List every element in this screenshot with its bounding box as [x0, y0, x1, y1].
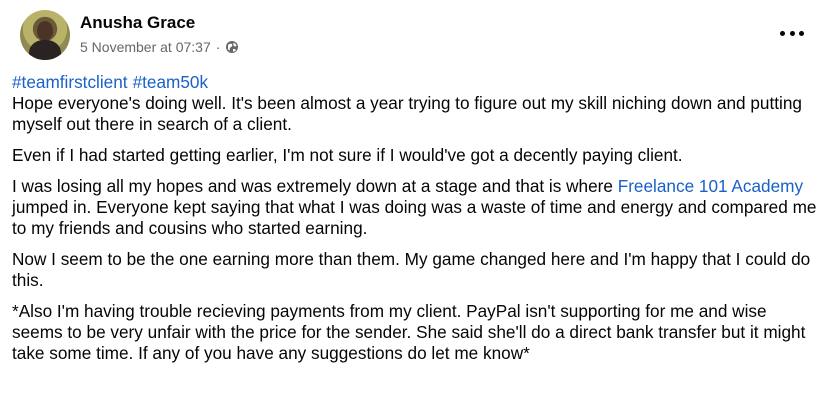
- meta-separator: ·: [215, 39, 221, 55]
- hashtag-link[interactable]: #team50k: [133, 72, 208, 92]
- post-meta: 5 November at 07:37 ·: [80, 39, 239, 55]
- author-name[interactable]: Anusha Grace: [80, 13, 195, 33]
- page-mention-link[interactable]: Freelance 101 Academy: [618, 176, 803, 196]
- more-options-icon[interactable]: [780, 26, 804, 40]
- post-content: #teamfirstclient #team50k Hope everyone's…: [10, 72, 822, 364]
- post-paragraph: Hope everyone's doing well. It's been al…: [12, 93, 802, 134]
- post-paragraph: Now I seem to be the one earning more th…: [12, 249, 811, 290]
- hashtag-link[interactable]: #teamfirstclient: [12, 72, 128, 92]
- hashtags: #teamfirstclient #team50k: [12, 72, 820, 93]
- post-paragraph: I was losing all my hopes and was extrem…: [12, 176, 820, 239]
- avatar-body: [29, 40, 61, 60]
- avatar-face: [37, 21, 53, 41]
- post-timestamp[interactable]: 5 November at 07:37: [80, 39, 211, 55]
- post-paragraph: Even if I had started getting earlier, I…: [12, 145, 683, 165]
- globe-icon: [225, 40, 239, 54]
- facebook-post: Anusha Grace 5 November at 07:37 · #team…: [0, 0, 832, 420]
- post-header: Anusha Grace 5 November at 07:37 ·: [10, 0, 822, 70]
- paragraph-text: I was losing all my hopes and was extrem…: [12, 176, 618, 196]
- avatar[interactable]: [20, 10, 70, 60]
- post-paragraph: *Also I'm having trouble recieving payme…: [12, 301, 806, 363]
